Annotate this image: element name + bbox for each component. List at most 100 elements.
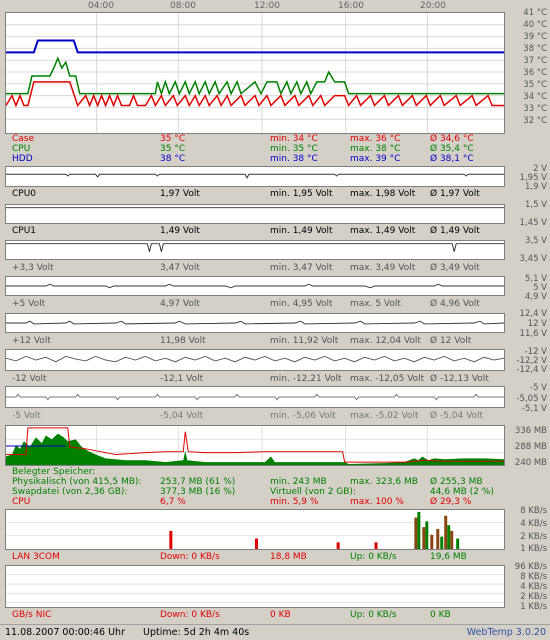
voltage-avg: Ø 12 Volt bbox=[430, 336, 472, 346]
vm5-voltage-chart bbox=[5, 386, 505, 408]
voltage-label: CPU1 bbox=[12, 226, 37, 236]
voltage-max: max. -5,02 Volt bbox=[350, 411, 419, 421]
axis-tick: 35 °C bbox=[523, 80, 547, 90]
memory-axis: 336 MB 288 MB 240 MB bbox=[507, 424, 549, 468]
voltage-max: max. 1,49 Volt bbox=[350, 226, 416, 236]
axis-tick: 2 KB/s bbox=[520, 532, 547, 542]
voltage-avg: Ø -12,13 Volt bbox=[430, 374, 489, 384]
lan-down: Down: 0 KB/s bbox=[160, 552, 220, 562]
axis-tick: 1,5 V bbox=[524, 200, 547, 210]
voltage-min: min. 4,95 Volt bbox=[270, 299, 333, 309]
axis-tick: 39 °C bbox=[523, 32, 547, 42]
time-tick: 04:00 bbox=[88, 1, 114, 11]
vm12-voltage-chart bbox=[5, 349, 505, 371]
temperature-graph bbox=[6, 13, 504, 133]
axis-tick: 4 KB/s bbox=[520, 582, 547, 592]
hdd-line bbox=[6, 39, 504, 54]
status-bar: 11.08.2007 00:00:46 Uhr Uptime: 5d 2h 4m… bbox=[0, 624, 550, 640]
cpu1-voltage-chart bbox=[5, 204, 505, 224]
voltage-max: max. 3,49 Volt bbox=[350, 263, 416, 273]
time-axis: 04:00 08:00 12:00 16:00 20:00 bbox=[5, 0, 505, 12]
memory-chart bbox=[5, 425, 505, 466]
cpu0-voltage-row: CPU0 1,97 Volt min. 1,95 Volt max. 1,98 … bbox=[12, 189, 542, 200]
temperature-axis: 41 °C 40 °C 39 °C 38 °C 37 °C 36 °C 35 °… bbox=[507, 8, 549, 138]
voltage-current: 11,98 Volt bbox=[160, 336, 206, 346]
voltage-min: min. 11,92 Volt bbox=[270, 336, 339, 346]
cpu-load-label: CPU bbox=[12, 497, 31, 507]
axis-tick: 12 V bbox=[527, 319, 547, 329]
vm12-voltage-graph bbox=[6, 355, 504, 363]
axis-tick: 36 °C bbox=[523, 68, 547, 78]
temperature-chart bbox=[5, 12, 505, 134]
axis-tick: 8 KB/s bbox=[520, 506, 547, 516]
sensor-current: 38 °C bbox=[160, 154, 186, 164]
axis-tick: 12,4 V bbox=[519, 309, 547, 319]
datetime: 11.08.2007 00:00:46 Uhr bbox=[5, 627, 125, 638]
axis-tick: 288 MB bbox=[514, 442, 547, 452]
nic-label: GB/s NIC bbox=[12, 610, 52, 620]
vm12-voltage-axis: -12 V -12,2 V -12,4 V bbox=[507, 347, 549, 377]
time-tick: 20:00 bbox=[420, 1, 446, 11]
cpu0-voltage-chart bbox=[5, 166, 505, 187]
v33-voltage-row: +3,3 Volt 3,47 Volt min. 3,47 Volt max. … bbox=[12, 263, 542, 274]
v12-voltage-axis: 12,4 V 12 V 11,6 V bbox=[507, 309, 549, 339]
v5-voltage-row: +5 Volt 4,97 Volt min. 4,95 Volt max. 5 … bbox=[12, 299, 542, 310]
cpu0-voltage-graph bbox=[6, 173, 504, 179]
cpu-load-current: 6,7 % bbox=[160, 497, 186, 507]
sensor-max: max. 39 °C bbox=[350, 154, 401, 164]
cpu-load-max: max. 100 % bbox=[350, 497, 404, 507]
voltage-min: min. -5,06 Volt bbox=[270, 411, 336, 421]
axis-tick: 4 KB/s bbox=[520, 519, 547, 529]
nic-chart bbox=[5, 565, 505, 608]
axis-tick: 96 KB/s bbox=[514, 562, 547, 572]
voltage-min: min. 1,49 Volt bbox=[270, 226, 333, 236]
voltage-max: max. 5 Volt bbox=[350, 299, 401, 309]
nic-graph bbox=[6, 574, 504, 603]
v12-voltage-graph bbox=[6, 320, 504, 325]
voltage-label: +12 Volt bbox=[12, 336, 51, 346]
nic-down: Down: 0 KB/s bbox=[160, 610, 220, 620]
cpu-line bbox=[6, 56, 504, 96]
voltage-avg: Ø 3,49 Volt bbox=[430, 263, 480, 273]
hdd-temp-row: HDD 38 °C min. 38 °C max. 39 °C Ø 38,1 °… bbox=[12, 154, 542, 165]
nic-up-total: 0 KB bbox=[430, 610, 451, 620]
voltage-current: 3,47 Volt bbox=[160, 263, 200, 273]
lan-down-total: 18,8 MB bbox=[270, 552, 307, 562]
voltage-avg: Ø 4,96 Volt bbox=[430, 299, 480, 309]
lan-up: Up: 0 KB/s bbox=[350, 552, 397, 562]
voltage-avg: Ø 1,97 Volt bbox=[430, 189, 480, 199]
voltage-avg: Ø -5,04 Volt bbox=[430, 411, 484, 421]
voltage-min: min. -12,21 Volt bbox=[270, 374, 342, 384]
lan-label: LAN 3COM bbox=[12, 552, 60, 562]
lan-row: LAN 3COM Down: 0 KB/s 18,8 MB Up: 0 KB/s… bbox=[12, 552, 542, 563]
sensor-label: HDD bbox=[12, 154, 33, 164]
lan-graph bbox=[6, 511, 504, 549]
nic-row: GB/s NIC Down: 0 KB/s 0 KB Up: 0 KB/s 0 … bbox=[12, 610, 542, 621]
voltage-label: -12 Volt bbox=[12, 374, 47, 384]
time-tick: 16:00 bbox=[338, 1, 364, 11]
v5-voltage-graph bbox=[6, 283, 504, 289]
v5-voltage-chart bbox=[5, 276, 505, 296]
cpu1-voltage-row: CPU1 1,49 Volt min. 1,49 Volt max. 1,49 … bbox=[12, 226, 542, 237]
cpu1-voltage-graph bbox=[6, 207, 504, 209]
axis-tick: 8 KB/s bbox=[520, 572, 547, 582]
axis-tick: 40 °C bbox=[523, 20, 547, 30]
voltage-max: max. -12,05 Volt bbox=[350, 374, 425, 384]
axis-tick: 32 °C bbox=[523, 116, 547, 126]
voltage-label: +5 Volt bbox=[12, 299, 46, 309]
voltage-max: max. 12,04 Volt bbox=[350, 336, 421, 346]
axis-tick: 336 MB bbox=[514, 426, 547, 436]
axis-tick: -5,05 V bbox=[516, 394, 547, 404]
voltage-current: -5,04 Volt bbox=[160, 411, 204, 421]
voltage-current: 1,97 Volt bbox=[160, 189, 200, 199]
voltage-max: max. 1,98 Volt bbox=[350, 189, 416, 199]
vm5-voltage-graph bbox=[6, 393, 504, 401]
axis-tick: 33 °C bbox=[523, 104, 547, 114]
nic-down-total: 0 KB bbox=[270, 610, 291, 620]
cpu-load-row: CPU 6,7 % min. 5,9 % max. 100 % Ø 29,3 % bbox=[12, 497, 542, 508]
memory-graph bbox=[6, 426, 504, 465]
vm12-voltage-row: -12 Volt -12,1 Volt min. -12,21 Volt max… bbox=[12, 374, 542, 385]
app-version-link[interactable]: WebTemp 3.0.20 bbox=[467, 627, 546, 638]
voltage-current: -12,1 Volt bbox=[160, 374, 204, 384]
voltage-label: CPU0 bbox=[12, 189, 37, 199]
